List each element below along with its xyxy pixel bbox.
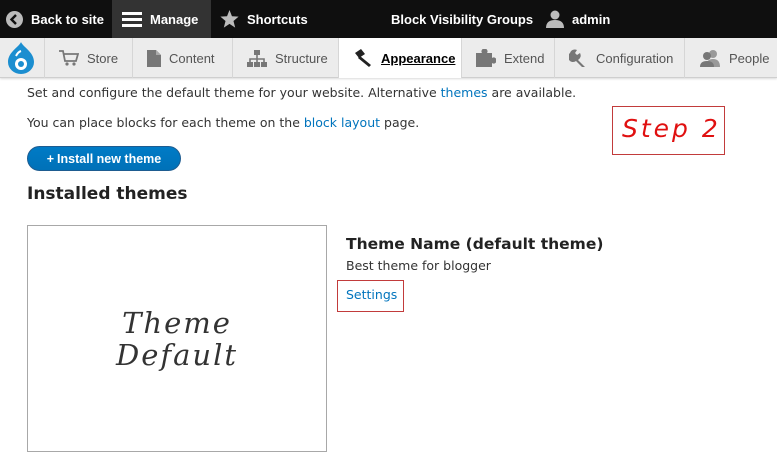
theme-screenshot: Theme Default (27, 225, 327, 452)
back-to-site-link[interactable]: Back to site (6, 0, 104, 38)
tray-item-appearance[interactable]: Appearance (338, 38, 461, 78)
plus-icon: + (46, 151, 55, 166)
tray-item-structure-label: Structure (275, 50, 328, 66)
shortcuts-tab[interactable]: Shortcuts (220, 0, 308, 38)
installed-themes-heading: Installed themes (27, 184, 188, 204)
tray-item-content-label: Content (169, 50, 215, 66)
tray-item-people-label: People (729, 50, 770, 66)
install-new-theme-label: Install new theme (57, 151, 162, 166)
admin-toolbar: Back to site Manage Shortcuts Block Visi… (0, 0, 777, 38)
theme-screenshot-line2: Default (115, 337, 239, 372)
tray-item-configuration-label: Configuration (596, 50, 674, 66)
paintbrush-icon (353, 49, 373, 67)
block-visibility-groups-label: Block Visibility Groups (391, 11, 534, 27)
wrench-icon (569, 49, 588, 68)
hamburger-icon (122, 11, 142, 27)
drupal-logo-icon[interactable] (0, 38, 42, 78)
admin-tray: Store Content Structure Appearance Exten… (0, 38, 777, 78)
block-layout-link[interactable]: block layout (304, 115, 380, 130)
tray-item-store-label: Store (87, 50, 119, 66)
user-tab[interactable]: admin (546, 0, 610, 38)
manage-label: Manage (150, 11, 199, 27)
tray-item-structure[interactable]: Structure (232, 38, 338, 78)
intro-line2-after: page. (380, 115, 420, 130)
intro-text-block-layout: You can place blocks for each theme on t… (27, 115, 419, 130)
intro-line1-after: are available. (487, 85, 577, 100)
intro-text-themes: Set and configure the default theme for … (27, 85, 576, 100)
block-visibility-groups-link[interactable]: Block Visibility Groups (391, 0, 533, 38)
shortcuts-label: Shortcuts (247, 11, 308, 27)
tray-item-extend-label: Extend (504, 50, 545, 66)
back-arrow-icon (6, 10, 23, 28)
manage-tab[interactable]: Manage (112, 0, 211, 38)
step-annotation-label: Step 2 (622, 114, 721, 143)
cart-icon (59, 50, 79, 66)
theme-settings-link[interactable]: Settings (346, 287, 397, 302)
install-new-theme-button[interactable]: + Install new theme (27, 146, 181, 171)
tray-item-configuration[interactable]: Configuration (554, 38, 684, 78)
user-label: admin (572, 11, 611, 27)
people-icon (699, 49, 721, 67)
document-icon (147, 49, 161, 67)
back-to-site-label: Back to site (31, 11, 104, 27)
tray-item-extend[interactable]: Extend (461, 38, 554, 78)
theme-name: Theme Name (default theme) (346, 235, 604, 253)
puzzle-icon (476, 49, 496, 67)
intro-line1-before: Set and configure the default theme for … (27, 85, 441, 100)
tray-item-people[interactable]: People (684, 38, 777, 78)
tray-item-content[interactable]: Content (132, 38, 232, 78)
tray-item-appearance-label: Appearance (381, 50, 456, 66)
theme-description: Best theme for blogger (346, 258, 491, 273)
structure-icon (247, 49, 267, 67)
theme-screenshot-line1: Theme (122, 305, 232, 340)
star-icon (220, 10, 239, 28)
user-icon (546, 10, 564, 28)
intro-line2-before: You can place blocks for each theme on t… (27, 115, 304, 130)
tray-item-store[interactable]: Store (44, 38, 132, 78)
themes-link[interactable]: themes (441, 85, 488, 100)
